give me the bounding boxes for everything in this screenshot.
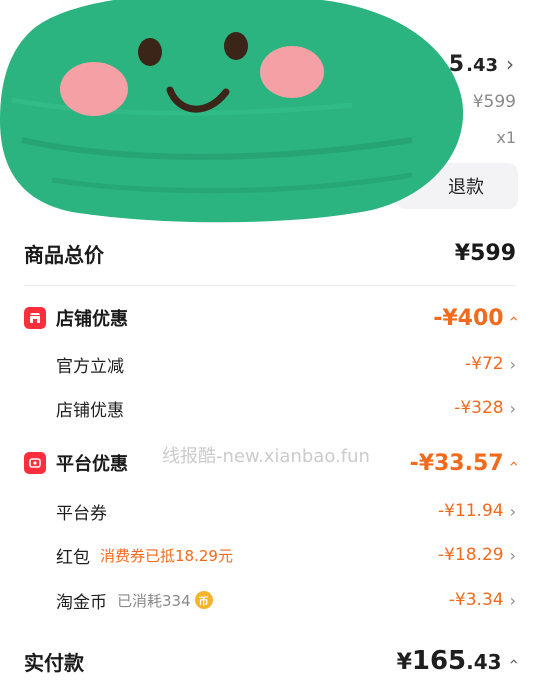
quantity: x1 [496, 128, 516, 147]
chevron-up-icon: › [503, 657, 523, 665]
taojinbi-label: 淘金币 [56, 592, 107, 613]
list-item[interactable]: 淘金币 已消耗334 币 -¥3.34 › [0, 586, 540, 614]
list-item[interactable]: 店铺优惠 -¥328 › [0, 394, 540, 422]
taojinbi-note: 已消耗334 [117, 591, 191, 610]
red-packet-amount: -¥18.29 › [438, 545, 516, 565]
original-price: ¥599 [472, 92, 516, 112]
red-packet-label: 红包 [56, 547, 90, 568]
list-item[interactable]: 红包 消费券已抵18.29元 -¥18.29 › [0, 541, 540, 569]
platform-discount-amount: -¥33.57 › [409, 450, 523, 476]
chevron-right-icon: › [509, 501, 516, 521]
list-item[interactable]: 平台券 -¥11.94 › [0, 497, 540, 525]
chevron-right-icon: › [506, 52, 514, 76]
paid-integer: 165 [411, 646, 467, 676]
list-item[interactable]: 官方立减 -¥72 › [0, 350, 540, 378]
shop-discount-value: -¥400 [433, 305, 504, 331]
chevron-right-icon: › [509, 545, 516, 565]
platform-coupon-label: 平台券 [56, 503, 107, 524]
chevron-up-icon: › [503, 314, 523, 322]
paid-currency: ¥ [396, 650, 412, 675]
goods-total-value: ¥599 [454, 240, 516, 266]
red-packet-value: -¥18.29 [437, 545, 504, 565]
platform-coupon-value: -¥11.94 [437, 501, 504, 521]
shop-coupon-label: 店铺优惠 [56, 400, 124, 421]
shop-discount-row[interactable]: 店铺优惠 -¥400 › [0, 303, 540, 333]
paid-label: 实付款 [24, 650, 84, 675]
shop-discount-amount: -¥400 › [433, 305, 522, 331]
watermark: 线报酷-new.xianbao.fun [162, 446, 370, 467]
platform-icon [24, 452, 46, 474]
paid-amount: ¥ 165 .43 › [396, 646, 523, 676]
platform-discount-value: -¥33.57 [409, 450, 504, 476]
chevron-up-icon: › [503, 459, 523, 467]
goods-total-label: 商品总价 [24, 242, 104, 267]
chevron-right-icon: › [509, 354, 516, 374]
divider [24, 285, 516, 286]
platform-discount-label: 平台优惠 [56, 454, 128, 475]
smiley-sticker [0, 0, 464, 223]
official-discount-value: -¥72 [465, 354, 504, 374]
shop-discount-label: 店铺优惠 [56, 309, 128, 330]
paid-total-row[interactable]: 实付款 ¥ 165 .43 › [0, 644, 540, 678]
official-discount-amount: -¥72 › [465, 354, 516, 374]
taojinbi-amount: -¥3.34 › [449, 590, 516, 610]
shop-coupon-amount: -¥328 › [454, 398, 516, 418]
coin-icon: 币 [194, 591, 213, 609]
paid-decimal: .43 [466, 650, 502, 674]
official-discount-label: 官方立减 [56, 356, 124, 377]
chevron-right-icon: › [509, 590, 516, 610]
red-packet-note: 消费券已抵18.29元 [100, 546, 233, 565]
chevron-right-icon: › [509, 398, 516, 418]
goods-total-row: 商品总价 ¥599 [0, 238, 540, 268]
platform-coupon-amount: -¥11.94 › [438, 501, 516, 521]
taojinbi-value: -¥3.34 [448, 590, 504, 610]
shop-coupon-value: -¥328 [454, 398, 504, 418]
shop-icon [24, 307, 46, 329]
